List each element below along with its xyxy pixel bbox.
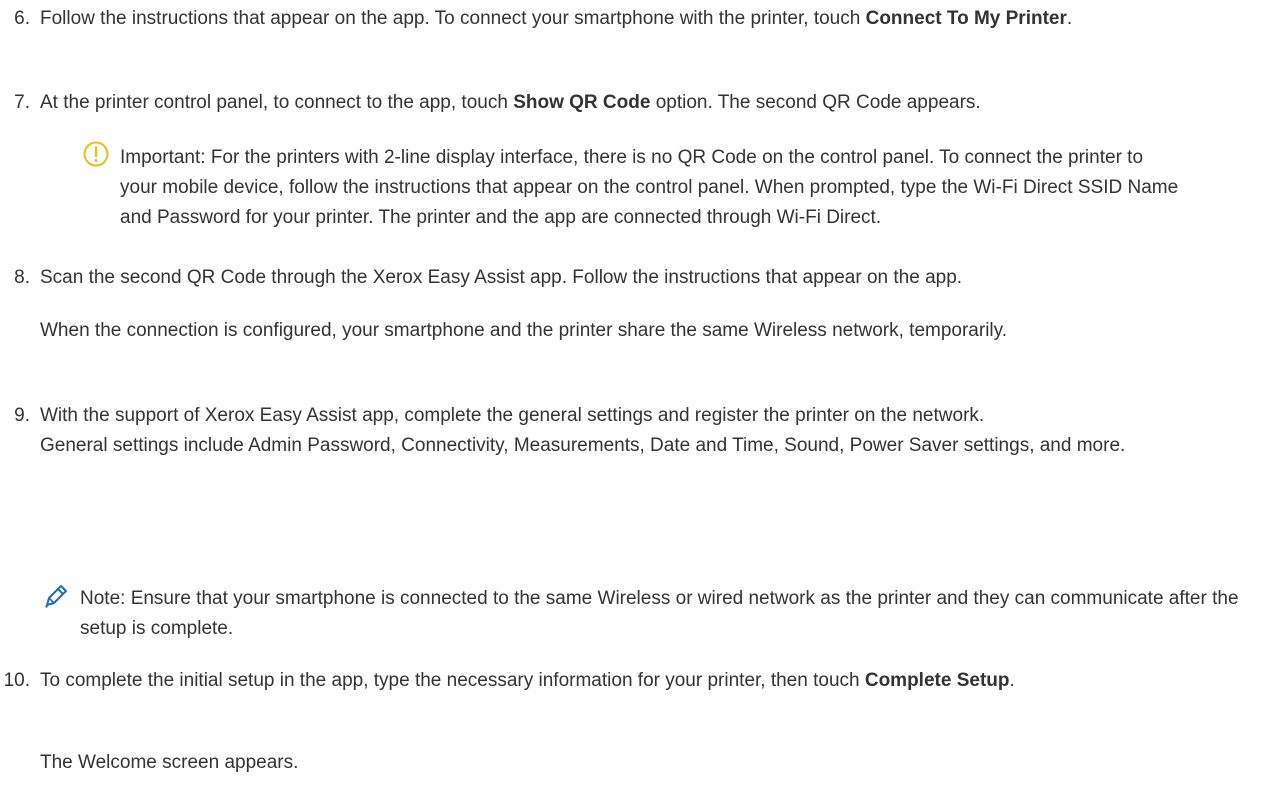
important-text: Important: For the printers with 2-line … (120, 147, 1179, 228)
ui-term: Connect To My Printer (865, 8, 1067, 29)
step-text: At the printer control panel, to connect… (40, 92, 981, 113)
step-number: 6. (14, 8, 30, 29)
step-8-paragraph: When the connection is configured, your … (40, 320, 1008, 341)
info-circle-icon (83, 141, 109, 167)
step-text: With the support of Xerox Easy Assist ap… (40, 405, 1126, 456)
pencil-icon (45, 585, 67, 608)
step-text: Scan the second QR Code through the Xero… (40, 267, 963, 288)
step-text: Follow the instructions that appear on t… (40, 8, 1073, 29)
step-number: 10. (3, 670, 30, 691)
step-10-paragraph: The Welcome screen appears. (40, 752, 299, 773)
ui-term: Show QR Code (513, 92, 651, 113)
note-text: Note: Ensure that your smartphone is con… (80, 588, 1239, 639)
step-text: To complete the initial setup in the app… (40, 670, 1015, 691)
step-number: 7. (14, 92, 30, 113)
ui-term: Complete Setup (864, 670, 1010, 691)
document-page: 6. Follow the instructions that appear o… (0, 0, 1278, 801)
step-number: 8. (14, 267, 30, 288)
step-number: 9. (14, 405, 30, 426)
